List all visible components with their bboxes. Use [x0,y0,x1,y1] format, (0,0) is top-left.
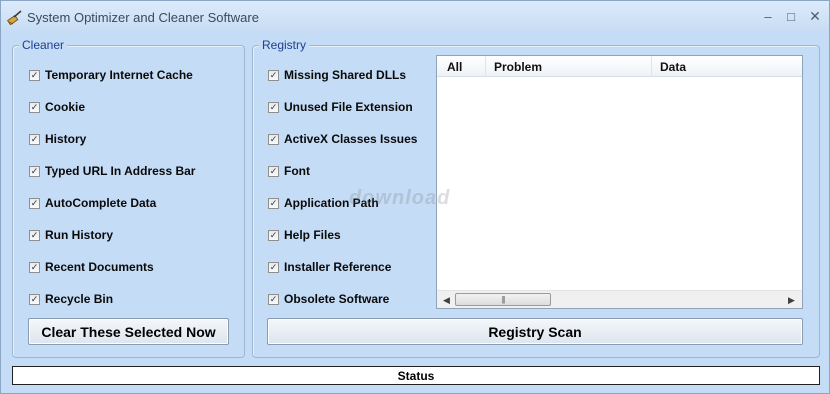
checkbox-check-icon[interactable]: ✓ [29,229,40,241]
checkbox-check-icon[interactable]: ✓ [29,69,40,81]
checkbox-label: Unused File Extension [284,100,413,114]
main-window: System Optimizer and Cleaner Software – … [0,0,830,394]
checkbox-check-icon[interactable]: ✓ [29,133,40,145]
checkbox-label: AutoComplete Data [45,196,157,210]
checkbox-label: Help Files [284,228,341,242]
checkbox-label: Typed URL In Address Bar [45,164,196,178]
cleaner-checkbox-history[interactable]: ✓ History [29,131,86,147]
checkbox-label: Recent Documents [45,260,154,274]
column-header-data[interactable]: Data [652,56,802,77]
registry-checkbox-help-files[interactable]: ✓ Help Files [268,227,341,243]
checkbox-check-icon[interactable]: ✓ [29,101,40,113]
cleaner-group-label: Cleaner [19,38,68,52]
cleaner-checkbox-recycle-bin[interactable]: ✓ Recycle Bin [29,291,113,307]
close-icon[interactable]: ✕ [804,7,826,25]
checkbox-check-icon[interactable]: ✓ [29,261,40,273]
checkbox-label: ActiveX Classes Issues [284,132,418,146]
cleaner-checkbox-autocomplete-data[interactable]: ✓ AutoComplete Data [29,195,156,211]
checkbox-check-icon[interactable]: ✓ [29,197,40,209]
checkbox-check-icon[interactable]: ✓ [268,101,279,113]
checkbox-check-icon[interactable]: ✓ [268,69,279,81]
checkbox-label: Temporary Internet Cache [45,68,193,82]
title-bar[interactable]: System Optimizer and Cleaner Software – … [1,1,829,33]
checkbox-check-icon[interactable]: ✓ [268,293,279,305]
checkbox-check-icon[interactable]: ✓ [268,229,279,241]
column-header-all[interactable]: All [437,56,486,77]
checkbox-label: Cookie [45,100,86,114]
checkbox-check-icon[interactable]: ✓ [268,165,279,177]
horizontal-scrollbar[interactable]: ◀ ||| ▶ [437,290,802,308]
minimize-icon[interactable]: – [757,7,779,25]
checkbox-check-icon[interactable]: ✓ [268,261,279,273]
watermark: download [349,187,451,209]
checkbox-check-icon[interactable]: ✓ [268,133,279,145]
maximize-icon[interactable]: □ [780,7,802,25]
checkbox-label: History [45,132,87,146]
checkbox-label: Recycle Bin [45,292,114,306]
registry-scan-button[interactable]: Registry Scan [267,318,803,345]
checkbox-label: Run History [45,228,114,242]
cleaner-checkbox-recent-documents[interactable]: ✓ Recent Documents [29,259,154,275]
registry-checkbox-activex-classes[interactable]: ✓ ActiveX Classes Issues [268,131,417,147]
registry-checkbox-installer-reference[interactable]: ✓ Installer Reference [268,259,391,275]
cleaner-checkbox-cookie[interactable]: ✓ Cookie [29,99,85,115]
scroll-left-icon[interactable]: ◀ [443,295,450,306]
checkbox-label: Installer Reference [284,260,392,274]
status-bar: Status [12,366,820,385]
scroll-right-icon[interactable]: ▶ [788,295,795,306]
scrollbar-thumb[interactable]: ||| [455,293,551,306]
checkbox-label: Obsolete Software [284,292,390,306]
checkbox-check-icon[interactable]: ✓ [268,197,279,209]
registry-checkbox-font[interactable]: ✓ Font [268,163,310,179]
cleaner-checkbox-run-history[interactable]: ✓ Run History [29,227,113,243]
column-header-problem[interactable]: Problem [486,56,652,77]
registry-checkbox-obsolete-software[interactable]: ✓ Obsolete Software [268,291,389,307]
clear-selected-button[interactable]: Clear These Selected Now [28,318,229,345]
window-title: System Optimizer and Cleaner Software [27,10,259,25]
checkbox-check-icon[interactable]: ✓ [29,293,40,305]
registry-results-list[interactable]: All Problem Data ◀ ||| ▶ [436,55,803,309]
cleaner-checkbox-typed-url[interactable]: ✓ Typed URL In Address Bar [29,163,195,179]
checkbox-label: Missing Shared DLLs [284,68,407,82]
registry-checkbox-unused-file-extension[interactable]: ✓ Unused File Extension [268,99,413,115]
list-header: All Problem Data [437,56,802,77]
registry-checkbox-missing-shared-dlls[interactable]: ✓ Missing Shared DLLs [268,67,406,83]
checkbox-label: Font [284,164,310,178]
cleaner-checkbox-temporary-internet-cache[interactable]: ✓ Temporary Internet Cache [29,67,193,83]
registry-group-label: Registry [259,38,310,52]
checkbox-check-icon[interactable]: ✓ [29,165,40,177]
broom-icon [7,10,22,25]
